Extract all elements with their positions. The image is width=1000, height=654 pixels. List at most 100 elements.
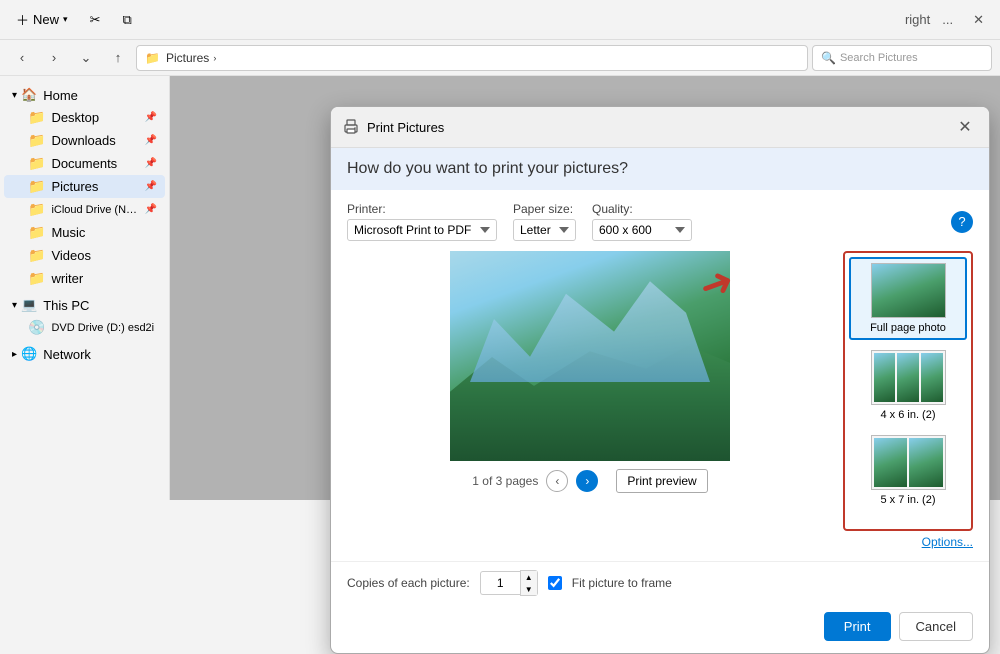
copies-spinner: ▲ ▼ bbox=[520, 570, 538, 596]
preview-area: 1 of 3 pages ‹ › Print preview bbox=[347, 251, 833, 531]
close-button[interactable]: ✕ bbox=[965, 8, 992, 32]
dialog-close-button[interactable]: ✕ bbox=[953, 115, 977, 139]
fullpage-thumb bbox=[871, 263, 946, 318]
toolbar-right-text: right bbox=[905, 12, 930, 27]
sidebar-item-pictures[interactable]: 📁 Pictures 📌 bbox=[4, 175, 165, 198]
copies-up-button[interactable]: ▲ bbox=[521, 571, 537, 583]
sidebar-item-icloud[interactable]: 📁 iCloud Drive (N… 📌 bbox=[4, 198, 165, 221]
quality-field: Quality: 600 x 600 bbox=[592, 202, 692, 241]
prev-page-button[interactable]: ‹ bbox=[546, 470, 568, 492]
forward-button[interactable]: › bbox=[40, 44, 68, 72]
sidebar-thispc-header[interactable]: ▾ 💻 This PC bbox=[4, 294, 165, 316]
help-button[interactable]: ? bbox=[951, 211, 973, 233]
dialog-bottom: Copies of each picture: ▲ ▼ Fit picture … bbox=[331, 561, 989, 604]
sidebar-item-downloads[interactable]: 📁 Downloads 📌 bbox=[4, 129, 165, 152]
sidebar-item-dvd-label: DVD Drive (D:) esd2i bbox=[51, 322, 154, 334]
photo-preview bbox=[450, 251, 730, 461]
sidebar-item-desktop[interactable]: 📁 Desktop 📌 bbox=[4, 106, 165, 129]
printer-select[interactable]: Microsoft Print to PDF bbox=[347, 219, 497, 241]
icloud-folder-icon: 📁 bbox=[28, 201, 45, 218]
dialog-body: Printer: Microsoft Print to PDF Paper si… bbox=[331, 190, 989, 561]
network-icon: 🌐 bbox=[21, 346, 37, 362]
sidebar-item-videos[interactable]: 📁 Videos bbox=[4, 244, 165, 267]
dvd-icon: 💿 bbox=[28, 319, 45, 336]
sidebar-item-music-label: Music bbox=[51, 225, 85, 240]
fit-label: Fit picture to frame bbox=[572, 576, 672, 590]
sidebar-item-downloads-label: Downloads bbox=[51, 133, 115, 148]
print-dialog: Print Pictures ✕ How do you want to prin… bbox=[330, 106, 990, 654]
desktop-folder-icon: 📁 bbox=[28, 109, 45, 126]
paper-select[interactable]: Letter bbox=[513, 219, 576, 241]
layout-option-4x6[interactable]: 4 x 6 in. (2) bbox=[849, 346, 967, 425]
search-placeholder: Search Pictures bbox=[840, 52, 918, 64]
cancel-button-label: Cancel bbox=[916, 619, 956, 634]
dialog-controls-row: Printer: Microsoft Print to PDF Paper si… bbox=[347, 202, 973, 241]
printer-field: Printer: Microsoft Print to PDF bbox=[347, 202, 497, 241]
sidebar-item-pictures-label: Pictures bbox=[51, 179, 98, 194]
print-preview-button[interactable]: Print preview bbox=[616, 469, 707, 493]
pictures-folder-icon: 📁 bbox=[28, 178, 45, 195]
sidebar-home-header[interactable]: ▾ 🏠 Home bbox=[4, 84, 165, 106]
quality-select[interactable]: 600 x 600 bbox=[592, 219, 692, 241]
back-button[interactable]: ‹ bbox=[8, 44, 36, 72]
cut-button[interactable]: ✂ bbox=[82, 8, 109, 32]
next-page-button[interactable]: › bbox=[576, 470, 598, 492]
sidebar-item-icloud-label: iCloud Drive (N… bbox=[51, 204, 137, 216]
4x6-label: 4 x 6 in. (2) bbox=[880, 409, 935, 421]
content-area: ➜ Print Pictures ✕ How do you want to pr… bbox=[170, 76, 1000, 500]
home-chevron-icon: ▾ bbox=[12, 90, 17, 101]
preview-nav: 1 of 3 pages ‹ › Print preview bbox=[472, 469, 707, 493]
downloads-pin-icon: 📌 bbox=[145, 135, 157, 146]
music-folder-icon: 📁 bbox=[28, 224, 45, 241]
recent-button[interactable]: ⌄ bbox=[72, 44, 100, 72]
5x7-img2 bbox=[909, 438, 943, 487]
folder-icon: 📁 bbox=[145, 51, 160, 65]
toolbar-right: right ... ✕ bbox=[905, 8, 992, 32]
documents-pin-icon: 📌 bbox=[145, 158, 157, 169]
address-chevron: › bbox=[213, 53, 216, 63]
address-bar[interactable]: 📁 Pictures › bbox=[136, 45, 808, 71]
copies-input[interactable] bbox=[480, 571, 520, 595]
layout-option-5x7[interactable]: 5 x 7 in. (2) bbox=[849, 431, 967, 510]
print-preview-label: Print preview bbox=[627, 474, 696, 488]
up-button[interactable]: ↑ bbox=[104, 44, 132, 72]
search-bar[interactable]: 🔍 Search Pictures bbox=[812, 45, 992, 71]
icloud-pin-icon: 📌 bbox=[145, 204, 157, 215]
new-label: New bbox=[33, 12, 59, 27]
nav-bar: ‹ › ⌄ ↑ 📁 Pictures › 🔍 Search Pictures bbox=[0, 40, 1000, 76]
4x6-thumb bbox=[871, 350, 946, 405]
new-button[interactable]: ＋ New ▾ bbox=[8, 6, 76, 33]
dialog-header-text: How do you want to print your pictures? bbox=[347, 160, 628, 177]
print-content: 1 of 3 pages ‹ › Print preview bbox=[347, 251, 973, 531]
sidebar-network-header[interactable]: ▸ 🌐 Network bbox=[4, 343, 165, 365]
desktop-pin-icon: 📌 bbox=[145, 112, 157, 123]
network-chevron-icon: ▸ bbox=[12, 349, 17, 360]
5x7-img1 bbox=[874, 438, 908, 487]
sidebar-item-documents-label: Documents bbox=[51, 156, 117, 171]
sidebar-item-dvd[interactable]: 💿 DVD Drive (D:) esd2i bbox=[4, 316, 165, 339]
dialog-title-text: Print Pictures bbox=[367, 120, 444, 135]
more-options-button[interactable]: ... bbox=[934, 8, 961, 31]
dialog-titlebar: Print Pictures ✕ bbox=[331, 107, 989, 148]
copies-down-button[interactable]: ▼ bbox=[521, 583, 537, 595]
layout-option-fullpage[interactable]: Full page photo bbox=[849, 257, 967, 340]
print-button[interactable]: Print bbox=[824, 612, 891, 641]
copy-icon: ⧉ bbox=[122, 12, 131, 28]
search-icon: 🔍 bbox=[821, 51, 836, 65]
new-chevron-icon: ▾ bbox=[63, 14, 68, 25]
options-link[interactable]: Options... bbox=[922, 535, 973, 549]
sidebar-thispc-label: This PC bbox=[43, 298, 89, 313]
sidebar-item-documents[interactable]: 📁 Documents 📌 bbox=[4, 152, 165, 175]
thispc-icon: 💻 bbox=[21, 297, 37, 313]
copy-button[interactable]: ⧉ bbox=[114, 8, 139, 32]
fit-checkbox[interactable] bbox=[548, 576, 562, 590]
sidebar-item-writer[interactable]: 📁 writer bbox=[4, 267, 165, 290]
sidebar-item-music[interactable]: 📁 Music bbox=[4, 221, 165, 244]
cancel-button[interactable]: Cancel bbox=[899, 612, 973, 641]
5x7-thumb bbox=[871, 435, 946, 490]
quality-label: Quality: bbox=[592, 202, 692, 216]
layout-options-panel: Full page photo 4 x 6 in. (2) bbox=[843, 251, 973, 531]
thispc-chevron-icon: ▾ bbox=[12, 300, 17, 311]
page-indicator: 1 of 3 pages bbox=[472, 474, 538, 488]
sidebar-network-label: Network bbox=[43, 347, 91, 362]
